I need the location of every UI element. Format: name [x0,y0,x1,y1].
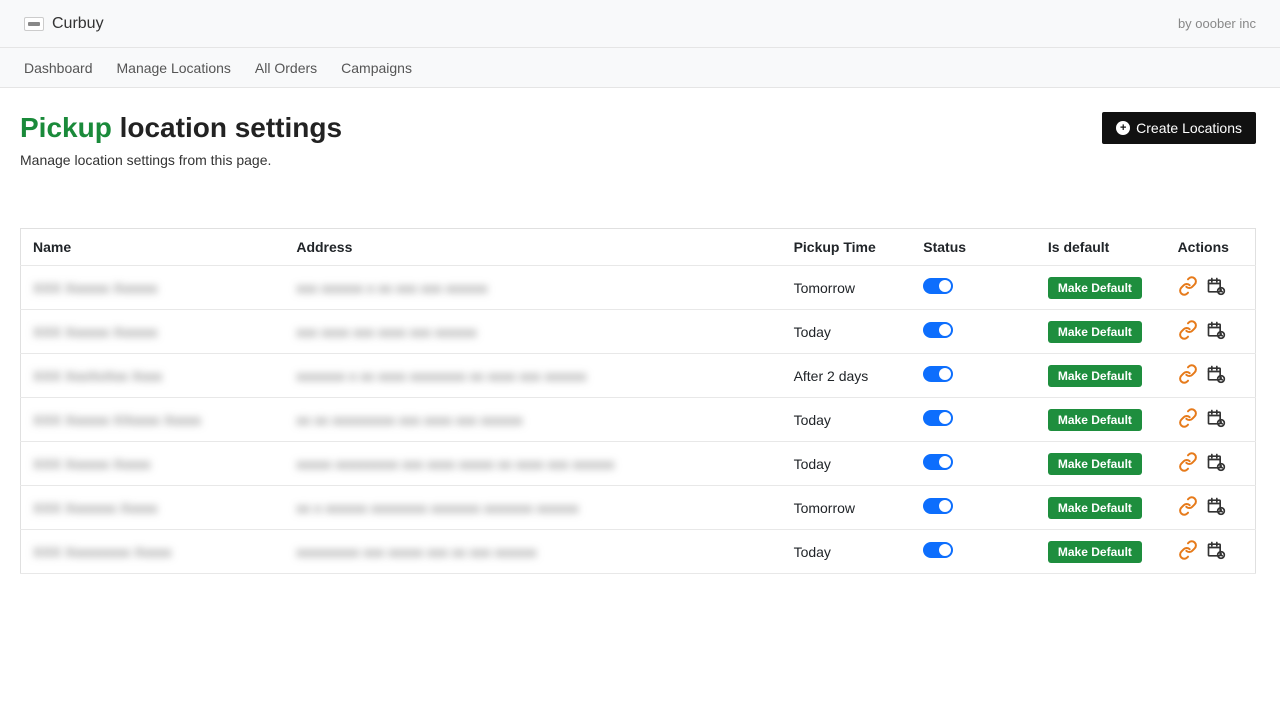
row-actions [1178,540,1243,563]
status-toggle[interactable] [923,366,953,382]
make-default-button[interactable]: Make Default [1048,365,1142,387]
row-actions [1178,408,1243,431]
calendar-settings-icon[interactable] [1206,408,1226,431]
status-toggle[interactable] [923,322,953,338]
nav-campaigns[interactable]: Campaigns [341,60,412,76]
th-name: Name [21,229,285,266]
cell-name: XXX Xxxxxx XXxxxx Xxxxx [33,412,201,428]
brand[interactable]: Curbuy [24,15,104,33]
cell-address: xxxxxxxxx xxx xxxxx xxx xx xxx xxxxxx [296,544,536,560]
cell-name: XXX XxxXxXxx Xxxx [33,368,162,384]
cell-address: xxxxxxx x xx xxxx xxxxxxxx xx xxxx xxx x… [296,368,586,384]
cell-pickup-time: Today [794,544,831,560]
cell-pickup-time: Today [794,412,831,428]
calendar-settings-icon[interactable] [1206,496,1226,519]
row-actions [1178,452,1243,475]
cell-address: xx x xxxxxx xxxxxxxx xxxxxxx xxxxxxx xxx… [296,500,578,516]
table-row: XXX Xxxxxxx Xxxxx xx x xxxxxx xxxxxxxx x… [21,486,1256,530]
link-icon[interactable] [1178,540,1198,563]
calendar-settings-icon[interactable] [1206,540,1226,563]
row-actions [1178,276,1243,299]
link-icon[interactable] [1178,320,1198,343]
cell-pickup-time: Tomorrow [794,280,855,296]
cell-address: xxxxx xxxxxxxxx xxx xxxx xxxxx xx xxxx x… [296,456,614,472]
row-actions [1178,496,1243,519]
top-bar: Curbuy by ooober inc [0,0,1280,48]
th-pickup-time: Pickup Time [782,229,912,266]
cell-name: XXX Xxxxxxx Xxxxx [33,500,157,516]
nav-dashboard[interactable]: Dashboard [24,60,93,76]
row-actions [1178,320,1243,343]
calendar-settings-icon[interactable] [1206,364,1226,387]
byline: by ooober inc [1178,16,1256,31]
link-icon[interactable] [1178,408,1198,431]
brand-logo-icon [24,17,44,31]
page-title-accent: Pickup [20,112,112,143]
calendar-settings-icon[interactable] [1206,320,1226,343]
cell-address: xx xx xxxxxxxxx xxx xxxx xxx xxxxxx [296,412,522,428]
table-row: XXX Xxxxxx Xxxxx xxxxx xxxxxxxxx xxx xxx… [21,442,1256,486]
page-title: Pickup location settings [20,112,342,144]
nav-all-orders[interactable]: All Orders [255,60,317,76]
cell-name: XXX Xxxxxx Xxxxxx [33,324,157,340]
plus-icon: + [1116,121,1130,135]
make-default-button[interactable]: Make Default [1048,409,1142,431]
cell-pickup-time: Today [794,324,831,340]
table-row: XXX XxxXxXxx Xxxx xxxxxxx x xx xxxx xxxx… [21,354,1256,398]
cell-pickup-time: Today [794,456,831,472]
link-icon[interactable] [1178,452,1198,475]
page-content: Pickup location settings + Create Locati… [0,88,1280,598]
link-icon[interactable] [1178,276,1198,299]
make-default-button[interactable]: Make Default [1048,453,1142,475]
calendar-settings-icon[interactable] [1206,276,1226,299]
cell-name: XXX Xxxxxxxxx Xxxxx [33,544,171,560]
link-icon[interactable] [1178,496,1198,519]
status-toggle[interactable] [923,278,953,294]
cell-pickup-time: After 2 days [794,368,869,384]
table-row: XXX Xxxxxx Xxxxxx xxx xxxxxx x xx xxx xx… [21,266,1256,310]
page-title-rest: location settings [120,112,342,143]
status-toggle[interactable] [923,542,953,558]
cell-address: xxx xxxxxx x xx xxx xxx xxxxxx [296,280,487,296]
create-locations-button[interactable]: + Create Locations [1102,112,1256,144]
page-subtitle: Manage location settings from this page. [20,152,1256,168]
cell-name: XXX Xxxxxx Xxxxx [33,456,150,472]
link-icon[interactable] [1178,364,1198,387]
status-toggle[interactable] [923,454,953,470]
make-default-button[interactable]: Make Default [1048,321,1142,343]
table-header-row: Name Address Pickup Time Status Is defau… [21,229,1256,266]
table-row: XXX Xxxxxx XXxxxx Xxxxx xx xx xxxxxxxxx … [21,398,1256,442]
th-address: Address [284,229,781,266]
th-status: Status [911,229,1036,266]
status-toggle[interactable] [923,498,953,514]
make-default-button[interactable]: Make Default [1048,541,1142,563]
row-actions [1178,364,1243,387]
th-is-default: Is default [1036,229,1166,266]
cell-name: XXX Xxxxxx Xxxxxx [33,280,157,296]
status-toggle[interactable] [923,410,953,426]
table-row: XXX Xxxxxx Xxxxxx xxx xxxx xxx xxxx xxx … [21,310,1256,354]
make-default-button[interactable]: Make Default [1048,497,1142,519]
table-row: XXX Xxxxxxxxx Xxxxx xxxxxxxxx xxx xxxxx … [21,530,1256,574]
create-button-label: Create Locations [1136,120,1242,136]
calendar-settings-icon[interactable] [1206,452,1226,475]
page-header: Pickup location settings + Create Locati… [20,112,1256,144]
nav-bar: Dashboard Manage Locations All Orders Ca… [0,48,1280,88]
cell-pickup-time: Tomorrow [794,500,855,516]
brand-name: Curbuy [52,15,104,33]
nav-manage-locations[interactable]: Manage Locations [117,60,231,76]
cell-address: xxx xxxx xxx xxxx xxx xxxxxx [296,324,476,340]
th-actions: Actions [1166,229,1256,266]
make-default-button[interactable]: Make Default [1048,277,1142,299]
locations-table: Name Address Pickup Time Status Is defau… [20,228,1256,574]
